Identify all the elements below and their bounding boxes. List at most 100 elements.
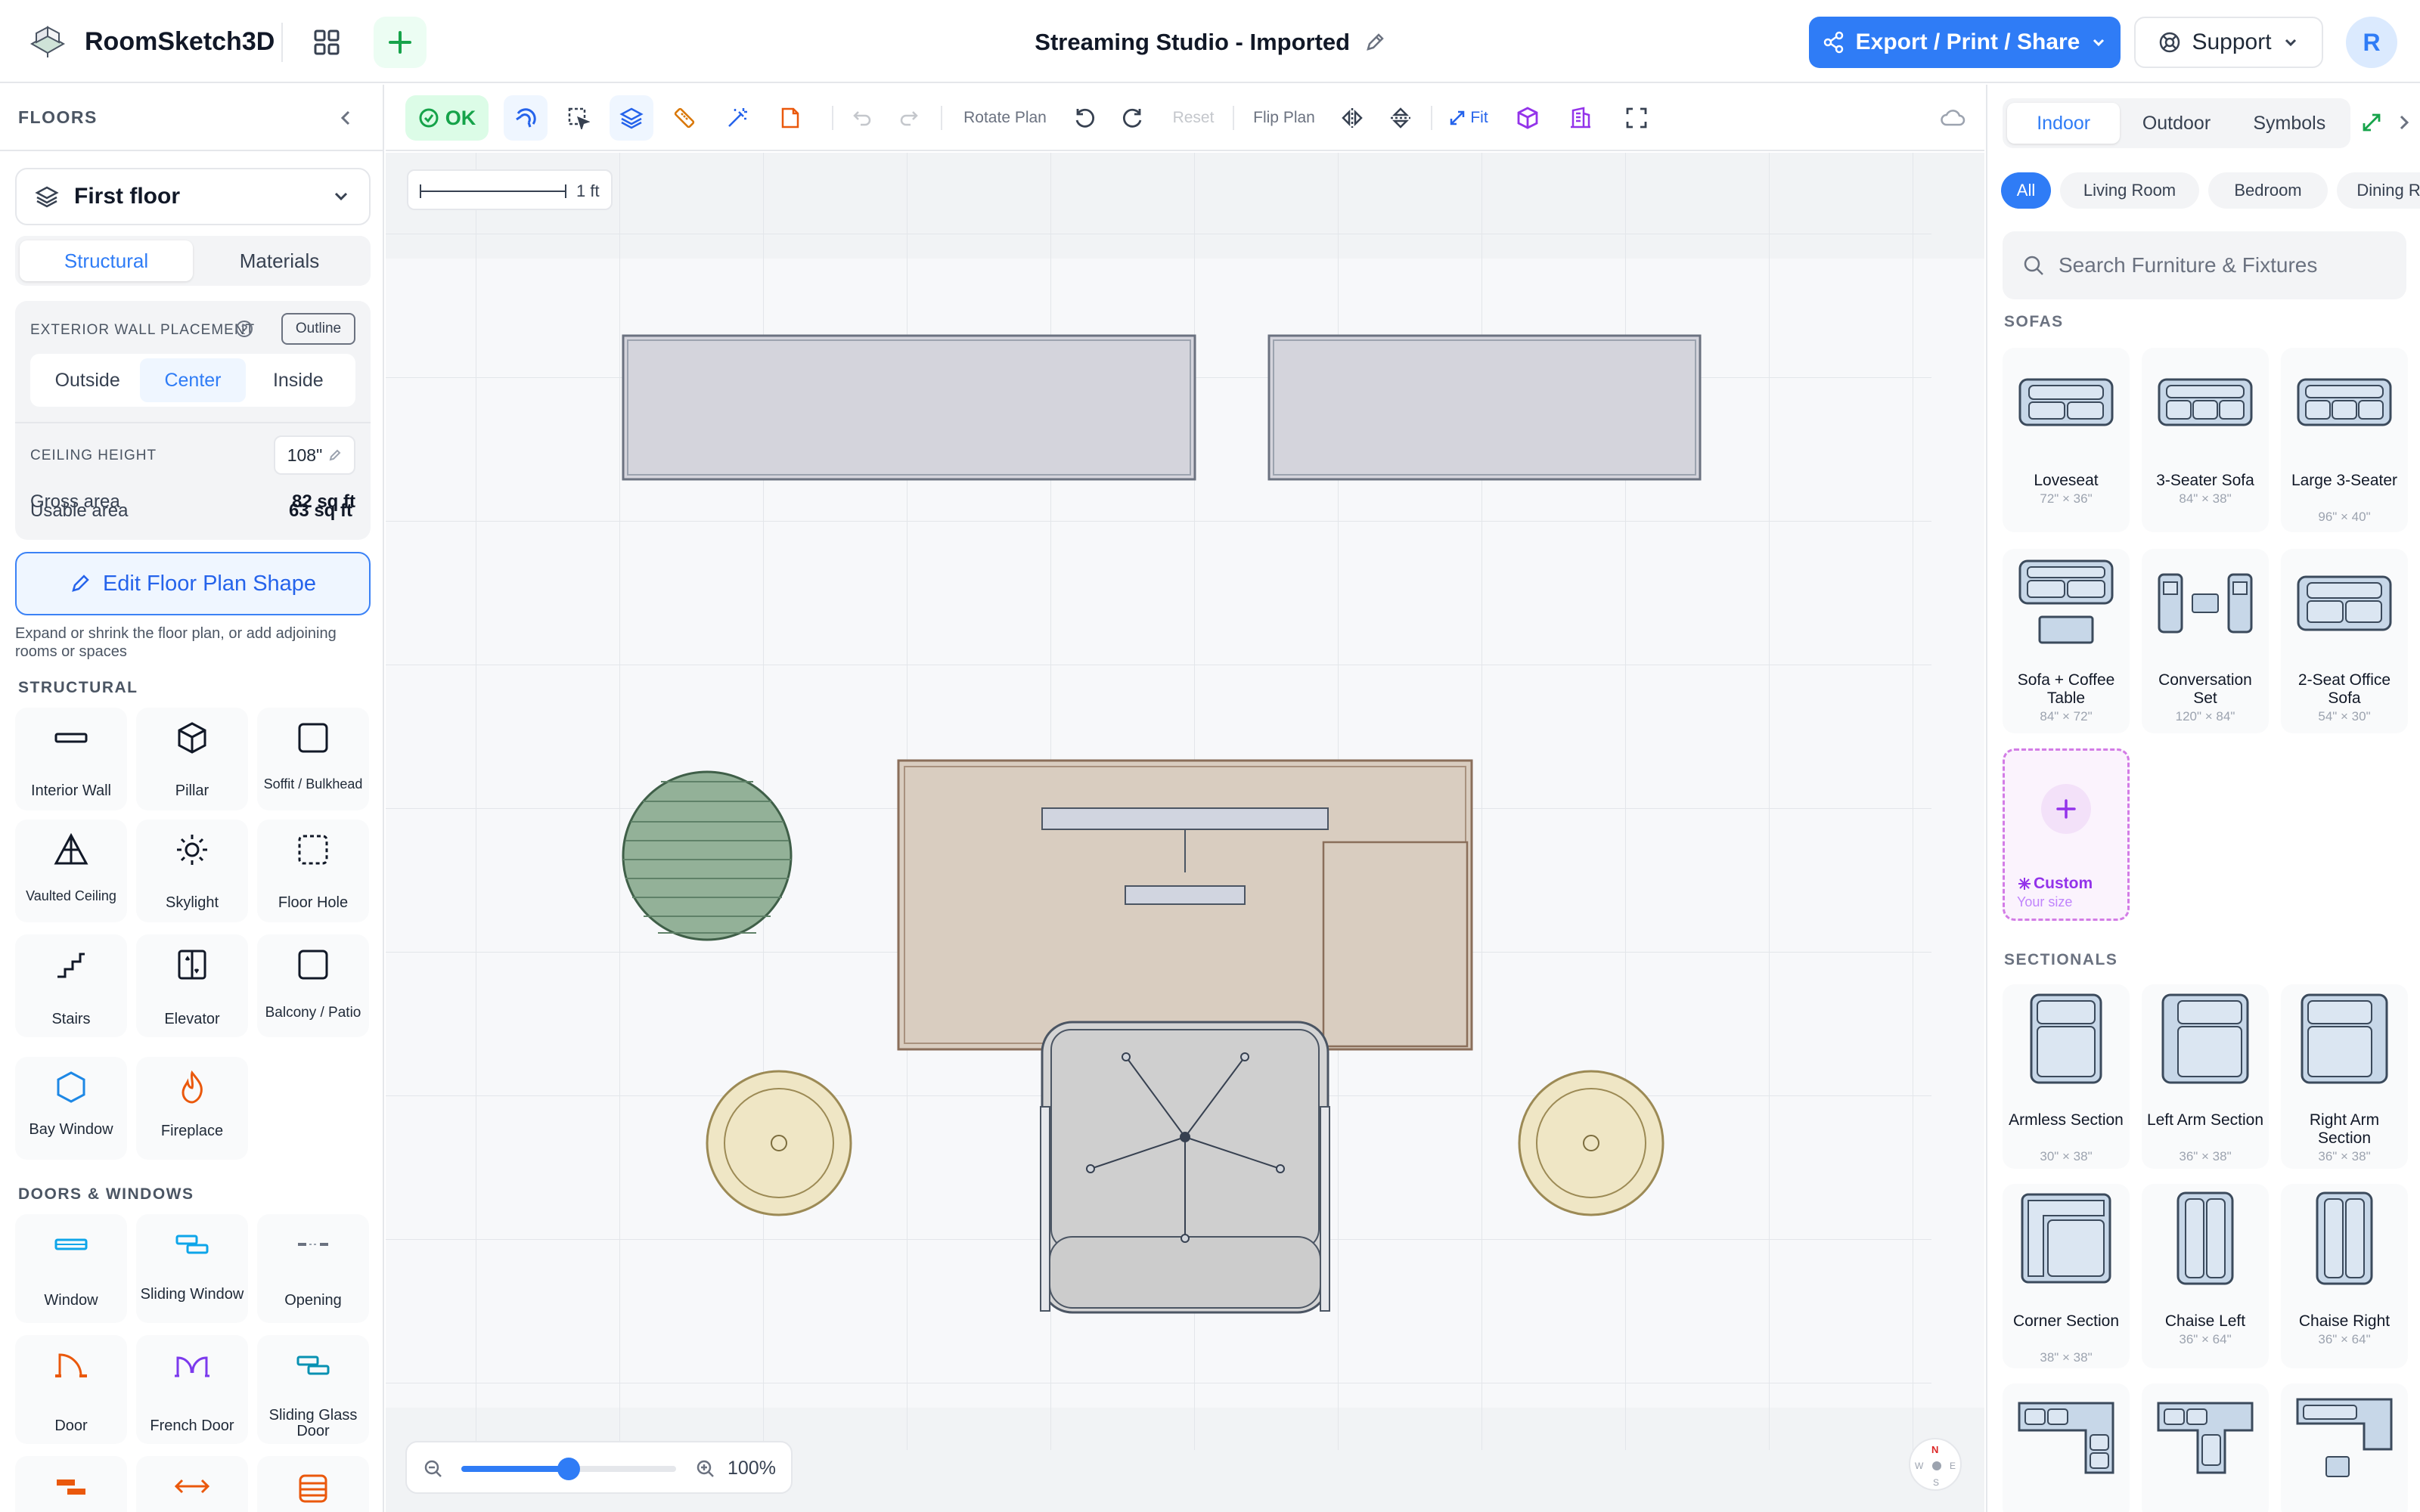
- ceiling-height-input[interactable]: 108": [274, 435, 355, 475]
- round-rug[interactable]: [622, 770, 793, 941]
- search-icon: [2024, 256, 2043, 275]
- measure-tool-button[interactable]: [662, 95, 706, 141]
- compass[interactable]: N E S W: [1909, 1438, 1962, 1491]
- magic-tool-button[interactable]: [715, 95, 759, 141]
- ruler-icon: [674, 107, 695, 129]
- furniture-item[interactable]: [2281, 348, 2408, 532]
- top-left-cabinet[interactable]: [622, 334, 1196, 481]
- tool-door[interactable]: Door: [15, 1335, 127, 1444]
- floor-selector[interactable]: First floor: [15, 168, 371, 225]
- tool-floor-hole[interactable]: Floor Hole: [257, 820, 369, 922]
- fullscreen-button[interactable]: [1615, 95, 1658, 141]
- floor-lamp-right[interactable]: [1518, 1070, 1665, 1216]
- tab-materials[interactable]: Materials: [193, 240, 366, 281]
- outline-toggle[interactable]: Outline: [281, 313, 355, 345]
- export-button[interactable]: Export / Print / Share: [1809, 17, 2121, 68]
- undo-button[interactable]: [842, 95, 882, 141]
- tool-interior-wall[interactable]: Interior Wall: [15, 708, 127, 810]
- tool-sliding-glass-door[interactable]: Sliding Glass Door: [257, 1335, 369, 1444]
- furniture-item[interactable]: [2003, 1383, 2130, 1512]
- tool-double-arrow[interactable]: [136, 1456, 248, 1512]
- tool-elevator[interactable]: Elevator: [136, 934, 248, 1037]
- tool-skylight[interactable]: Skylight: [136, 820, 248, 922]
- desk[interactable]: [897, 759, 1473, 1051]
- user-avatar[interactable]: R: [2346, 17, 2397, 68]
- floor-lamp-left[interactable]: [706, 1070, 852, 1216]
- furniture-name: Armless Section: [2009, 1111, 2124, 1129]
- tool-opening[interactable]: Opening: [257, 1214, 369, 1323]
- compass-n: N: [1931, 1444, 1939, 1455]
- divider: [941, 106, 942, 130]
- tool-label: Vaulted Ceiling: [26, 888, 116, 903]
- tool-soffit[interactable]: Soffit / Bulkhead: [257, 708, 369, 810]
- tool-pocket-door[interactable]: [15, 1456, 127, 1512]
- tool-fireplace[interactable]: Fireplace: [136, 1057, 248, 1160]
- wall-option-outside[interactable]: Outside: [35, 358, 140, 402]
- document-title[interactable]: Streaming Studio - Imported: [832, 27, 1588, 56]
- wall-option-inside[interactable]: Inside: [246, 358, 351, 402]
- floor-plan-canvas[interactable]: 1 ft 100% N E S W: [386, 153, 1984, 1512]
- furniture-item[interactable]: [2142, 1383, 2269, 1512]
- elevation-view-button[interactable]: [1559, 95, 1602, 141]
- cloud-sync-button[interactable]: [1933, 95, 1972, 141]
- 3d-view-button[interactable]: [1506, 95, 1549, 141]
- tool-vaulted-ceiling[interactable]: Vaulted Ceiling: [15, 820, 127, 922]
- flip-horizontal-button[interactable]: [1333, 95, 1372, 141]
- tool-stairs[interactable]: Stairs: [15, 934, 127, 1037]
- tool-cabinet[interactable]: [257, 1456, 369, 1512]
- help-icon[interactable]: [234, 319, 254, 339]
- tab-symbols[interactable]: Symbols: [2233, 103, 2346, 144]
- furniture-item[interactable]: [2142, 984, 2269, 1169]
- tool-pillar[interactable]: Pillar: [136, 708, 248, 810]
- collapse-sidebar-icon[interactable]: [336, 107, 357, 129]
- furniture-item[interactable]: [2003, 1184, 2130, 1368]
- support-button[interactable]: Support: [2134, 17, 2323, 68]
- flip-vertical-button[interactable]: [1381, 95, 1420, 141]
- zoom-slider-handle[interactable]: [557, 1458, 580, 1480]
- reset-rotation-button[interactable]: Reset: [1163, 95, 1224, 141]
- furniture-item[interactable]: [2003, 984, 2130, 1169]
- status-ok-badge[interactable]: OK: [405, 95, 489, 141]
- chip-living-room[interactable]: Living Room: [2060, 172, 2199, 209]
- chip-all[interactable]: All: [2001, 172, 2051, 209]
- rotate-right-button[interactable]: [1113, 95, 1153, 141]
- top-right-cabinet[interactable]: [1267, 334, 1702, 481]
- tab-indoor[interactable]: Indoor: [2007, 103, 2121, 144]
- tab-structural[interactable]: Structural: [20, 240, 193, 281]
- chevron-right-icon[interactable]: [2394, 112, 2414, 133]
- wall-option-center[interactable]: Center: [140, 358, 246, 402]
- tool-bay-window[interactable]: Bay Window: [15, 1057, 127, 1160]
- snap-tool-button[interactable]: [504, 95, 548, 141]
- app-logo-icon[interactable]: [26, 21, 70, 62]
- chip-dining-room[interactable]: Dining Room: [2337, 172, 2420, 209]
- zoom-in-icon[interactable]: [696, 1459, 715, 1479]
- custom-size-tile[interactable]: Custom Your size: [2003, 748, 2130, 921]
- sparkle-icon: [2018, 878, 2031, 890]
- furniture-name: Sofa + Coffee Table: [2017, 671, 2115, 707]
- tool-sliding-window[interactable]: Sliding Window: [136, 1214, 248, 1323]
- select-tool-button[interactable]: [557, 95, 600, 141]
- dashboard-button[interactable]: [302, 20, 351, 65]
- left-arm-section-icon: [2151, 993, 2260, 1084]
- office-chair[interactable]: [1040, 1021, 1330, 1314]
- redo-button[interactable]: [889, 95, 929, 141]
- window-icon: [48, 1222, 94, 1267]
- new-plan-button[interactable]: [374, 17, 427, 68]
- fit-button[interactable]: Fit: [1438, 95, 1499, 141]
- fireplace-flame-icon: [169, 1064, 215, 1110]
- tool-balcony[interactable]: Balcony / Patio: [257, 934, 369, 1037]
- chip-bedroom[interactable]: Bedroom: [2208, 172, 2328, 209]
- edit-floor-plan-button[interactable]: Edit Floor Plan Shape: [15, 552, 371, 615]
- expand-panel-icon[interactable]: [2361, 112, 2382, 133]
- rotate-left-button[interactable]: [1065, 95, 1104, 141]
- tab-outdoor[interactable]: Outdoor: [2120, 103, 2232, 144]
- zoom-track[interactable]: [461, 1458, 676, 1480]
- layers-tool-button[interactable]: [610, 95, 653, 141]
- notes-tool-button[interactable]: [768, 95, 812, 141]
- tool-french-door[interactable]: French Door: [136, 1335, 248, 1444]
- tool-window[interactable]: Window: [15, 1214, 127, 1323]
- furniture-search[interactable]: Search Furniture & Fixtures: [2003, 231, 2406, 299]
- zoom-out-icon[interactable]: [424, 1459, 443, 1479]
- furniture-item[interactable]: [2281, 1383, 2408, 1512]
- pencil-icon[interactable]: [1364, 32, 1385, 53]
